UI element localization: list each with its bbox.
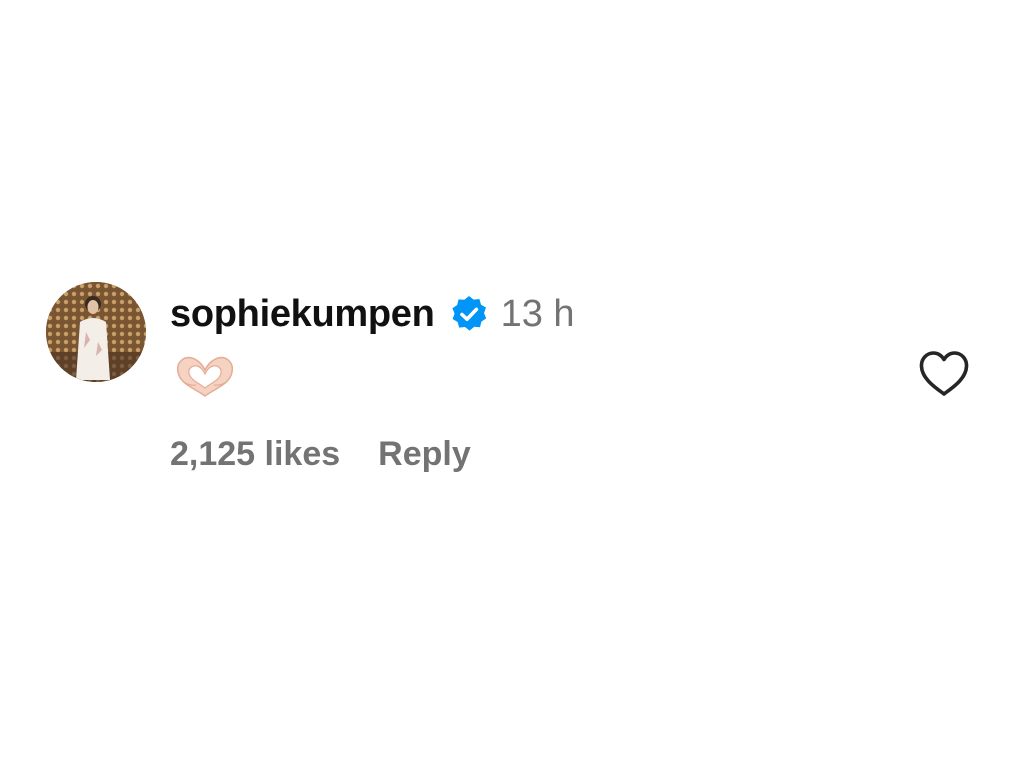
heart-hands-emoji <box>174 352 236 400</box>
timestamp: 13 h <box>500 292 575 335</box>
avatar[interactable] <box>46 282 146 382</box>
likes-count[interactable]: 2,125 likes <box>170 435 340 474</box>
comment-actions: 2,125 likes Reply <box>170 430 471 478</box>
comment-row: sophiekumpen 13 h 2,125 likes Reply <box>0 0 1024 768</box>
like-button[interactable] <box>916 348 972 400</box>
heart-outline-icon <box>919 351 969 396</box>
username[interactable]: sophiekumpen <box>170 293 435 336</box>
reply-button[interactable]: Reply <box>378 435 471 474</box>
avatar-image <box>46 282 146 382</box>
verified-badge-icon <box>449 294 489 334</box>
comment-header: sophiekumpen 13 h <box>170 288 575 340</box>
